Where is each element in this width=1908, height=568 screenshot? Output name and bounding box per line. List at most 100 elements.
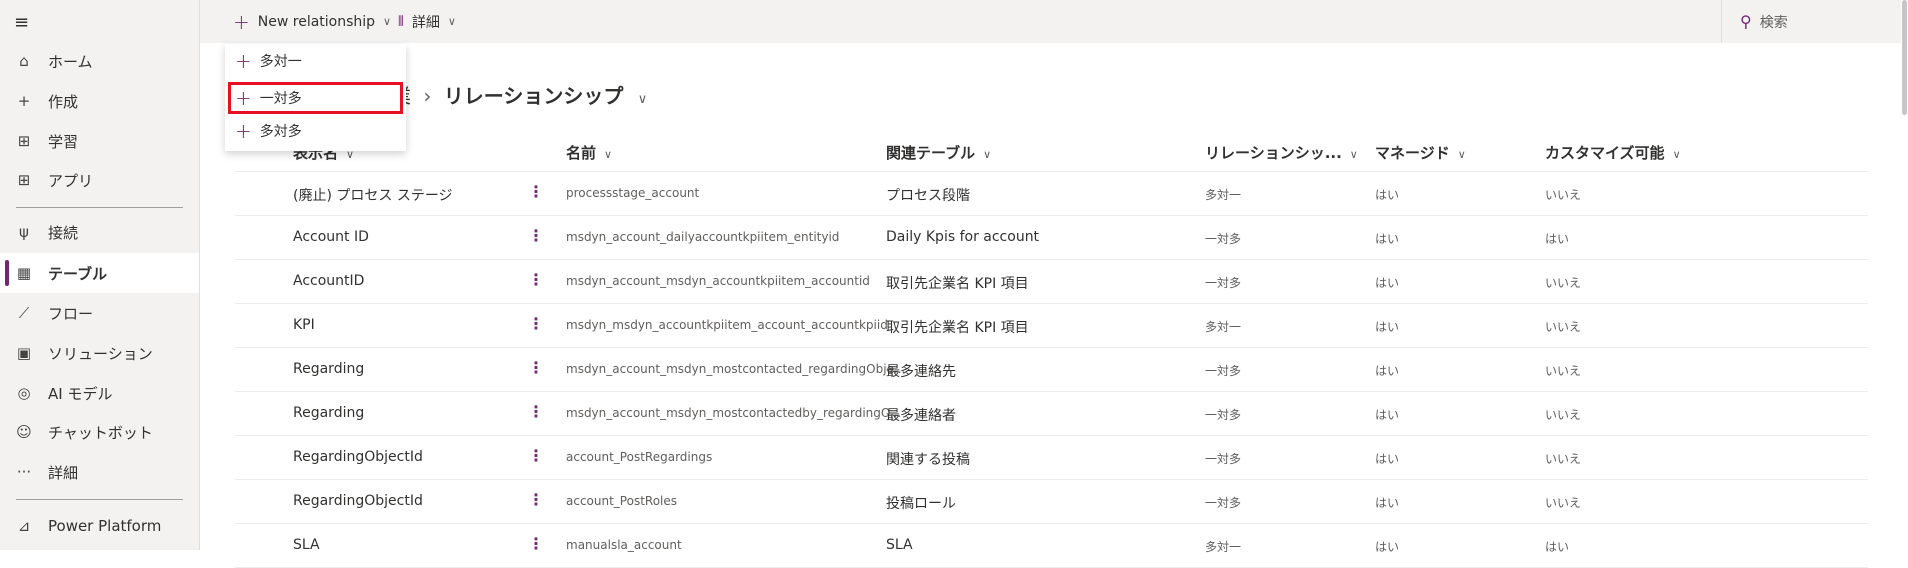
menu-item-2[interactable]: + 多対多 xyxy=(225,114,406,148)
sidebar-item-3[interactable]: ⊞ アプリ xyxy=(0,160,199,200)
table-row[interactable]: Account ID msdyn_account_dailyaccountkpii… xyxy=(235,216,1868,260)
menu-item-label: 多対多 xyxy=(259,124,302,140)
table-cell[interactable]: KPI xyxy=(293,317,315,333)
power-platform-icon: ⊿ xyxy=(17,517,31,535)
breadcrumb: 企業 › リレーションシップ ∨ xyxy=(371,80,647,109)
table-row[interactable]: Regarding msdyn_account_msdyn_mostcontact… xyxy=(235,392,1868,436)
plug-icon: ψ xyxy=(19,223,29,241)
solution-icon: ▣ xyxy=(16,344,32,362)
sidebar-item-2[interactable]: ⊞ 学習 xyxy=(0,121,199,161)
sidebar-item-7[interactable]: ▣ ソリューション xyxy=(0,333,199,373)
more-options-icon[interactable]: ⋮ xyxy=(528,182,544,201)
more-options-icon[interactable]: ⋮ xyxy=(528,226,544,245)
sidebar-item-4[interactable]: ψ 接続 xyxy=(0,212,199,252)
new-relationship-menu: + 多対一 + 一対多 + 多対多 xyxy=(225,44,406,151)
plus-icon: + xyxy=(17,92,31,110)
column-header-label: 関連テーブル xyxy=(886,144,976,162)
column-header-3[interactable]: リレーションシッ... ∨ xyxy=(1205,142,1358,163)
table-row[interactable]: (廃止) プロセス ステージ processstage_account プロセス段階… xyxy=(235,172,1868,216)
table-cell[interactable]: RegardingObjectId xyxy=(293,449,423,465)
column-header-label: カスタマイズ可能 xyxy=(1545,144,1665,162)
more-options-icon[interactable]: ⋮ xyxy=(528,402,544,421)
table-cell: 多対一 xyxy=(1205,320,1242,334)
more-options-icon[interactable]: ⋮ xyxy=(528,446,544,465)
more-options-icon[interactable]: ⋮ xyxy=(528,534,544,553)
plus-icon: + xyxy=(235,49,252,73)
table-cell: いいえ xyxy=(1545,320,1582,334)
table-cell[interactable]: Account ID xyxy=(293,229,369,245)
sidebar-item-1[interactable]: + 作成 xyxy=(0,81,199,121)
menu-item-1[interactable]: + 一対多 xyxy=(228,82,403,114)
chevron-down-icon[interactable]: ∨ xyxy=(638,92,648,107)
table-cell: いいえ xyxy=(1545,276,1582,290)
search-box[interactable]: ⚲ 検索 xyxy=(1721,0,1908,43)
sidebar-item-6[interactable]: ⟋ フロー xyxy=(0,293,199,333)
chevron-right-icon: › xyxy=(423,84,432,108)
column-header-label: 名前 xyxy=(566,144,597,162)
sidebar-item-11[interactable]: ⊿ Power Platform xyxy=(0,506,199,546)
table-row[interactable]: KPI msdyn_msdyn_accountkpiitem_account_ac… xyxy=(235,304,1868,348)
column-header-label: マネージド xyxy=(1375,144,1450,162)
hamburger-menu-icon[interactable]: ≡ xyxy=(14,12,29,33)
table-cell: 一対多 xyxy=(1205,364,1242,378)
chevron-down-icon: ∨ xyxy=(383,15,392,28)
table-cell: はい xyxy=(1375,188,1400,202)
more-options-icon[interactable]: ⋮ xyxy=(528,314,544,333)
column-header-1[interactable]: 名前 ∨ xyxy=(566,142,612,163)
sidebar-item-8[interactable]: ◎ AI モデル xyxy=(0,373,199,413)
table-cell: 一対多 xyxy=(1205,408,1242,422)
chevron-down-icon: ∨ xyxy=(447,15,456,28)
flow-icon: ⟋ xyxy=(18,304,30,322)
table-cell: 多対一 xyxy=(1205,188,1242,202)
table-cell: いいえ xyxy=(1545,496,1582,510)
table-cell[interactable]: AccountID xyxy=(293,273,364,289)
sidebar-item-label: フロー xyxy=(48,304,94,323)
table-cell[interactable]: Regarding xyxy=(293,405,364,421)
sidebar-item-label: アプリ xyxy=(48,171,94,190)
scrollbar[interactable] xyxy=(1901,0,1908,550)
sidebar-divider xyxy=(16,499,183,500)
table-cell: はい xyxy=(1545,540,1570,554)
search-placeholder: 検索 xyxy=(1759,14,1788,31)
more-options-icon[interactable]: ⋮ xyxy=(528,358,544,377)
table-cell: msdyn_account_msdyn_mostcontactedby_rega… xyxy=(566,406,902,420)
table-cell: はい xyxy=(1375,452,1400,466)
table-cell: いいえ xyxy=(1545,452,1582,466)
chevron-down-icon: ∨ xyxy=(604,148,613,161)
table-cell[interactable]: Regarding xyxy=(293,361,364,377)
table-cell[interactable]: RegardingObjectId xyxy=(293,493,423,509)
table-row[interactable]: Regarding msdyn_account_msdyn_mostcontact… xyxy=(235,348,1868,392)
search-icon: ⚲ xyxy=(1740,12,1752,31)
column-header-5[interactable]: カスタマイズ可能 ∨ xyxy=(1545,142,1681,163)
sidebar-item-label: テーブル xyxy=(48,264,108,283)
menu-item-0[interactable]: + 多対一 xyxy=(225,44,406,78)
chevron-down-icon: ∨ xyxy=(1672,148,1681,161)
column-header-4[interactable]: マネージド ∨ xyxy=(1375,142,1466,163)
sidebar-item-0[interactable]: ⌂ ホーム xyxy=(0,41,199,81)
table-cell[interactable]: (廃止) プロセス ステージ xyxy=(293,185,453,205)
table-cell: 最多連絡先 xyxy=(886,364,956,380)
table-row[interactable]: AccountID msdyn_account_msdyn_accountkpii… xyxy=(235,260,1868,304)
more-options-icon[interactable]: ⋮ xyxy=(528,270,544,289)
sidebar-item-label: ソリューション xyxy=(48,344,153,363)
tools-icon: ⫴ xyxy=(398,13,404,30)
table-cell: SLA xyxy=(886,537,913,553)
table-cell[interactable]: SLA xyxy=(293,537,320,553)
sidebar-item-9[interactable]: ☺ チャットボット xyxy=(0,412,199,452)
table-cell: はい xyxy=(1375,320,1400,334)
scrollbar-thumb[interactable] xyxy=(1902,0,1907,115)
sidebar-item-10[interactable]: ··· 詳細 xyxy=(0,452,199,492)
more-options-icon[interactable]: ⋮ xyxy=(528,490,544,509)
chevron-down-icon: ∨ xyxy=(983,148,992,161)
sidebar-item-label: Power Platform xyxy=(48,517,162,535)
column-header-2[interactable]: 関連テーブル ∨ xyxy=(886,142,991,163)
more-button[interactable]: ⫴ 詳細 ∨ xyxy=(398,0,456,43)
table-row[interactable]: RegardingObjectId account_PostRegardings 関… xyxy=(235,436,1868,480)
table-row[interactable]: SLA manualsla_account SLA 多対一 はい はい ⋮ xyxy=(235,524,1868,568)
new-relationship-button[interactable]: + New relationship ∨ xyxy=(233,0,391,43)
table-cell: はい xyxy=(1375,496,1400,510)
sidebar-item-5[interactable]: ▦ テーブル xyxy=(0,253,199,293)
table-row[interactable]: RegardingObjectId account_PostRoles 投稿ロール 一… xyxy=(235,480,1868,524)
table-cell: 一対多 xyxy=(1205,276,1242,290)
table-cell: プロセス段階 xyxy=(886,188,970,204)
